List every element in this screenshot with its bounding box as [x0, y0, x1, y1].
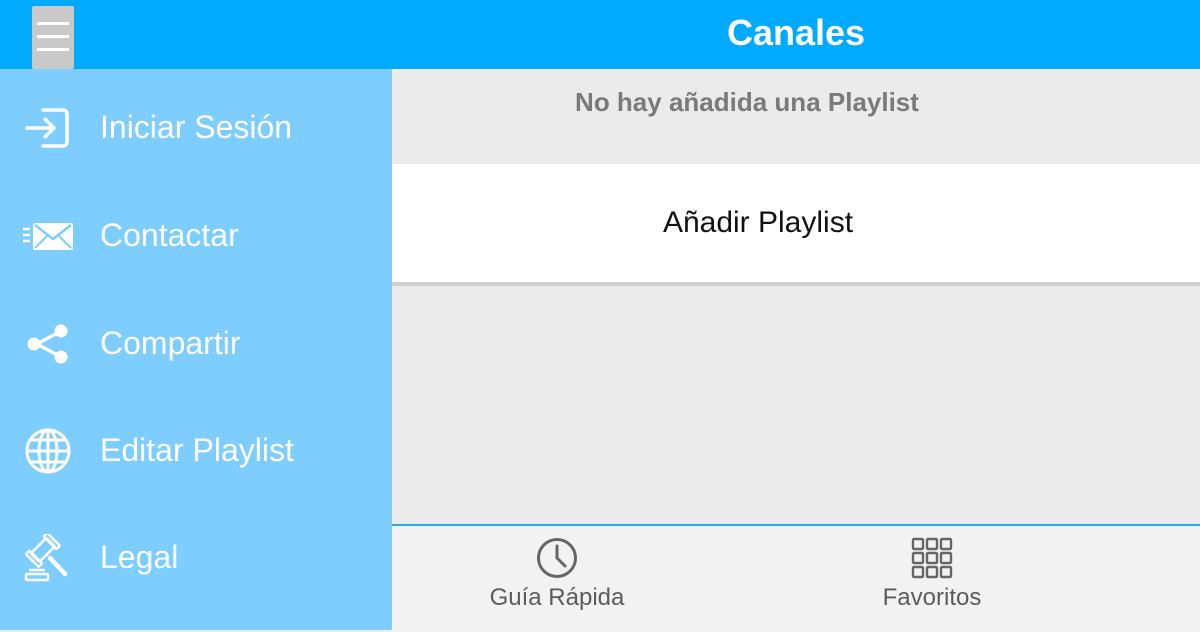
page-title: Canales [726, 12, 866, 53]
sidebar-item-label: Legal [100, 539, 179, 575]
login-icon [23, 104, 73, 152]
tab-guia-rapida[interactable]: Guía Rápida [392, 526, 722, 632]
sidebar-item-iniciar-sesion[interactable]: Iniciar Sesión [0, 77, 392, 177]
hamburger-menu-icon[interactable] [32, 6, 74, 69]
sidebar-item-legal[interactable]: Legal [0, 507, 392, 607]
sidebar-item-label: Contactar [100, 217, 239, 253]
gavel-icon [23, 534, 73, 582]
sidebar-item-label: Compartir [100, 325, 241, 361]
globe-icon [23, 427, 73, 475]
sidebar-item-compartir[interactable]: Compartir [0, 293, 392, 393]
add-playlist-button[interactable]: Añadir Playlist [392, 164, 1200, 286]
sidebar-drawer: Iniciar Sesión Contactar Compartir Edita… [0, 69, 392, 630]
main-content: No hay añadida una Playlist Añadir Playl… [392, 69, 1200, 526]
menu-line [37, 35, 69, 38]
clock-icon [535, 536, 579, 580]
app-header: Canales [0, 0, 1200, 69]
tab-label: Guía Rápida [489, 584, 625, 611]
sidebar-item-editar-playlist[interactable]: Editar Playlist [0, 400, 392, 500]
bottom-nav: Guía Rápida Favoritos [392, 524, 1200, 632]
grid-icon [910, 536, 954, 580]
share-icon [23, 320, 73, 368]
sidebar-item-contactar[interactable]: Contactar [0, 185, 392, 285]
add-playlist-label: Añadir Playlist [662, 206, 854, 239]
menu-line [37, 48, 69, 51]
tab-favoritos[interactable]: Favoritos [767, 526, 1097, 632]
sidebar-item-label: Editar Playlist [100, 432, 294, 468]
sidebar-item-label: Iniciar Sesión [100, 109, 293, 145]
menu-line [37, 22, 69, 25]
mail-icon [23, 212, 73, 260]
tab-label: Favoritos [882, 584, 982, 611]
empty-playlist-message: No hay añadida una Playlist [575, 87, 919, 117]
